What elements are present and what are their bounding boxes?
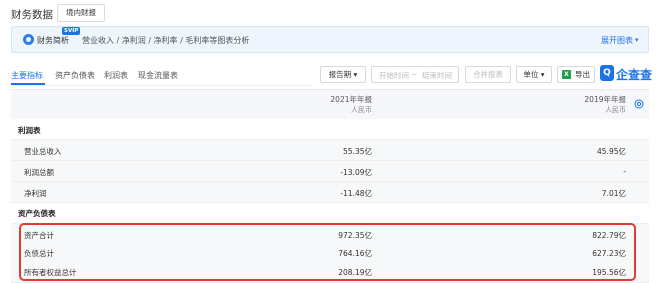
- export-label: 导出: [575, 70, 590, 79]
- row-label: 营业总收入: [24, 147, 62, 156]
- svip-badge: SVIP: [62, 27, 81, 35]
- cell-value-2019: 45.95亿: [597, 147, 626, 156]
- cell-value-2021: -13.09亿: [340, 168, 372, 177]
- tab-income-statement[interactable]: 利润表: [104, 70, 128, 81]
- table-row: 净利润 -11.48亿 7.01亿: [11, 182, 649, 203]
- page-title: 财务数据: [11, 9, 53, 21]
- tab-balance-sheet[interactable]: 资产负债表: [55, 70, 95, 81]
- analysis-icon: [23, 34, 34, 45]
- brand-name: 企查查: [616, 68, 653, 82]
- cell-value-2021: -11.48亿: [340, 189, 372, 198]
- row-label: 利润总额: [24, 168, 54, 177]
- expand-chart-link[interactable]: 展开图表: [601, 35, 633, 46]
- cell-value-2019: -: [623, 167, 626, 176]
- tab-main-indicators[interactable]: 主要指标: [11, 70, 43, 81]
- report-period-select[interactable]: 报告期 ▾: [320, 66, 366, 83]
- domestic-report-button[interactable]: 境内财报: [57, 4, 105, 22]
- export-button[interactable]: X 导出: [557, 66, 595, 83]
- settings-icon[interactable]: [634, 99, 644, 109]
- range-separator: ~: [411, 70, 418, 79]
- section-label: 利润表: [18, 126, 41, 135]
- brand-logo: Q: [600, 65, 614, 81]
- column-period-2021: 2021年年报: [330, 95, 372, 104]
- end-date-input[interactable]: 结束时间: [422, 70, 452, 81]
- excel-icon: X: [562, 70, 571, 79]
- tab-cash-flow[interactable]: 现金流量表: [138, 70, 178, 81]
- section-row-income: 利润表: [11, 119, 649, 140]
- section-label: 资产负债表: [18, 209, 56, 218]
- chevron-down-icon[interactable]: ▾: [635, 36, 639, 44]
- tabs-divider: [11, 85, 311, 86]
- merge-report-button[interactable]: 合并报表: [465, 66, 511, 83]
- start-date-input[interactable]: 开始时间: [379, 70, 409, 81]
- column-currency-2019: 人民币: [605, 106, 626, 114]
- row-label: 净利润: [24, 189, 47, 198]
- table-row: 利润总额 -13.09亿 -: [11, 161, 649, 182]
- unit-select[interactable]: 单位 ▾: [516, 66, 552, 83]
- banner-description: 营业收入 / 净利润 / 净利率 / 毛利率等图表分析: [82, 36, 250, 45]
- column-period-2019: 2019年年报: [584, 95, 626, 104]
- cell-value-2019: 7.01亿: [601, 189, 626, 198]
- table-row: 营业总收入 55.35亿 45.95亿: [11, 140, 649, 161]
- cell-value-2021: 55.35亿: [343, 147, 372, 156]
- date-range-picker[interactable]: 开始时间 ~ 结束时间: [371, 66, 459, 83]
- section-row-balance: 资产负债表: [11, 203, 649, 224]
- active-tab-indicator: [11, 83, 45, 85]
- highlight-box: [19, 223, 636, 281]
- banner-label: 财务简析: [37, 36, 69, 45]
- column-currency-2021: 人民币: [351, 106, 372, 114]
